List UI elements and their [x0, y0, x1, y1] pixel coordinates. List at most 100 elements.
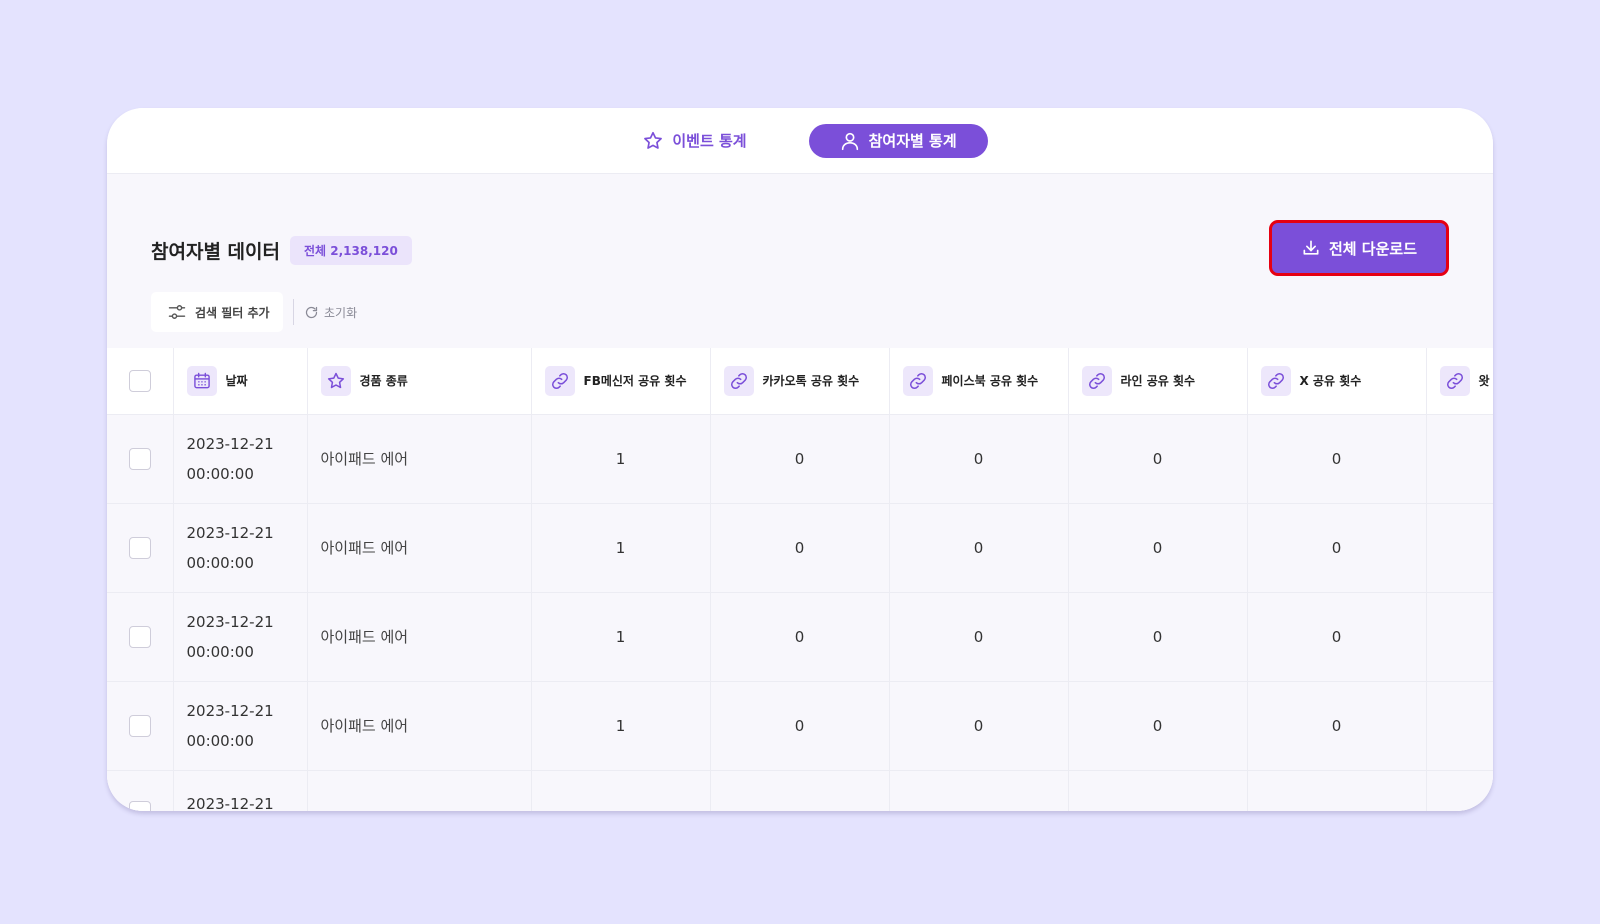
column-header-label: 페이스북 공유 횟수	[941, 374, 1039, 389]
time-value: 00:00:00	[186, 731, 254, 750]
date-cell: 2023-12-21 00:00:00	[173, 414, 308, 504]
add-filter-button[interactable]: 검색 필터 추가	[151, 292, 283, 332]
time-value: 00:00:00	[186, 642, 254, 661]
sliders-icon	[168, 305, 186, 319]
x-count: 0	[1247, 503, 1427, 593]
facebook-count: 0	[889, 592, 1069, 682]
time-value: 00:00:00	[186, 553, 254, 572]
link-icon	[551, 372, 568, 389]
date-value: 2023-12-21	[186, 434, 274, 453]
reset-button[interactable]: 초기화	[304, 304, 357, 321]
fb-messenger-count: 1	[531, 592, 711, 682]
line-count: 0	[1068, 681, 1248, 771]
column-header-label: 경품 종류	[359, 374, 408, 389]
table-row[interactable]: 2023-12-21 00:00:00 아이패드 에어 1 0 0 0 0	[107, 414, 1493, 504]
select-all-checkbox[interactable]	[128, 369, 151, 392]
x-count: 0	[1247, 592, 1427, 682]
column-header-date: 날짜	[173, 348, 308, 415]
prize-cell: 아이패드 에어	[307, 414, 532, 504]
star-icon	[644, 131, 663, 149]
participant-table-area[interactable]: 날짜 경품 종류 FB메신저 공유 횟수 카카오톡 공유 횟수 페이스북 공유 …	[107, 348, 1493, 811]
whatsapp-count	[1426, 770, 1493, 811]
filter-row: 검색 필터 추가 초기화	[151, 292, 357, 332]
column-header-label: X 공유 횟수	[1299, 374, 1362, 389]
date-value: 2023-12-21	[186, 701, 274, 720]
whatsapp-count	[1426, 503, 1493, 593]
column-header-label: 날짜	[225, 374, 248, 389]
tab-label: 참여자별 통계	[868, 132, 957, 150]
column-header-line: 라인 공유 횟수	[1068, 348, 1248, 415]
x-count	[1247, 770, 1427, 811]
date-cell: 2023-12-21 00:00:00	[173, 592, 308, 682]
kakaotalk-count: 0	[710, 414, 890, 504]
fb-messenger-count: 1	[531, 503, 711, 593]
link-icon	[909, 372, 926, 389]
whatsapp-count	[1426, 592, 1493, 682]
total-count-badge: 전체 2,138,120	[289, 236, 412, 265]
row-checkbox[interactable]	[128, 714, 151, 737]
row-checkbox[interactable]	[128, 536, 151, 559]
row-select-cell	[107, 770, 174, 811]
x-count: 0	[1247, 681, 1427, 771]
whatsapp-count	[1426, 414, 1493, 504]
tab-event-stats[interactable]: 이벤트 통계	[612, 124, 774, 158]
facebook-count: 0	[889, 414, 1069, 504]
fb-messenger-count	[531, 770, 711, 811]
table-row[interactable]: 2023-12-21 00:00:00 아이패드 에어 1 0 0 0 0	[107, 503, 1493, 593]
kakaotalk-count: 0	[710, 503, 890, 593]
column-header-facebook: 페이스북 공유 횟수	[889, 348, 1069, 415]
prize-cell	[307, 770, 532, 811]
column-header-label: FB메신저 공유 횟수	[583, 374, 687, 389]
reset-label: 초기화	[324, 305, 358, 320]
kakaotalk-count: 0	[710, 592, 890, 682]
column-header-fb-messenger: FB메신저 공유 횟수	[531, 348, 711, 415]
row-select-cell	[107, 592, 174, 682]
stats-card: 이벤트 통계 참여자별 통계 참여자별 데이터 전체 2,138,120 전체 …	[107, 108, 1493, 811]
refresh-icon	[305, 306, 318, 318]
facebook-count: 0	[889, 503, 1069, 593]
download-all-label: 전체 다운로드	[1328, 239, 1418, 258]
table-row[interactable]: 2023-12-21	[107, 770, 1493, 811]
row-checkbox[interactable]	[128, 800, 151, 811]
prize-cell: 아이패드 에어	[307, 592, 532, 682]
column-header-label: 왓	[1478, 374, 1490, 389]
date-cell: 2023-12-21 00:00:00	[173, 681, 308, 771]
column-header-x: X 공유 횟수	[1247, 348, 1427, 415]
whatsapp-count	[1426, 681, 1493, 771]
download-icon	[1303, 240, 1319, 255]
line-count	[1068, 770, 1248, 811]
line-count: 0	[1068, 414, 1248, 504]
table-row[interactable]: 2023-12-21 00:00:00 아이패드 에어 1 0 0 0 0	[107, 592, 1493, 682]
row-checkbox[interactable]	[128, 447, 151, 470]
date-cell: 2023-12-21	[173, 770, 308, 812]
table-row[interactable]: 2023-12-21 00:00:00 아이패드 에어 1 0 0 0 0	[107, 681, 1493, 771]
filter-divider	[293, 299, 294, 325]
row-select-cell	[107, 414, 174, 504]
row-checkbox[interactable]	[128, 625, 151, 648]
download-all-button[interactable]: 전체 다운로드	[1269, 220, 1449, 276]
select-all-cell	[107, 348, 174, 415]
add-filter-label: 검색 필터 추가	[195, 305, 270, 320]
tab-participant-stats[interactable]: 참여자별 통계	[808, 123, 988, 158]
tab-label: 이벤트 통계	[672, 132, 747, 150]
date-cell: 2023-12-21 00:00:00	[173, 503, 308, 593]
line-count: 0	[1068, 592, 1248, 682]
column-header-prize: 경품 종류	[307, 348, 532, 415]
tab-bar: 이벤트 통계 참여자별 통계	[107, 108, 1493, 174]
prize-cell: 아이패드 에어	[307, 681, 532, 771]
column-header-kakaotalk: 카카오톡 공유 횟수	[710, 348, 890, 415]
link-icon	[1446, 372, 1463, 389]
fb-messenger-count: 1	[531, 414, 711, 504]
row-select-cell	[107, 681, 174, 771]
time-value: 00:00:00	[186, 464, 254, 483]
facebook-count	[889, 770, 1069, 811]
kakaotalk-count	[710, 770, 890, 811]
row-select-cell	[107, 503, 174, 593]
user-icon	[841, 132, 858, 150]
link-icon	[1267, 372, 1284, 389]
date-value: 2023-12-21	[186, 523, 274, 542]
section-header: 참여자별 데이터 전체 2,138,120	[151, 236, 412, 265]
date-value: 2023-12-21	[186, 794, 274, 812]
participant-table: 날짜 경품 종류 FB메신저 공유 횟수 카카오톡 공유 횟수 페이스북 공유 …	[107, 348, 1493, 811]
kakaotalk-count: 0	[710, 681, 890, 771]
